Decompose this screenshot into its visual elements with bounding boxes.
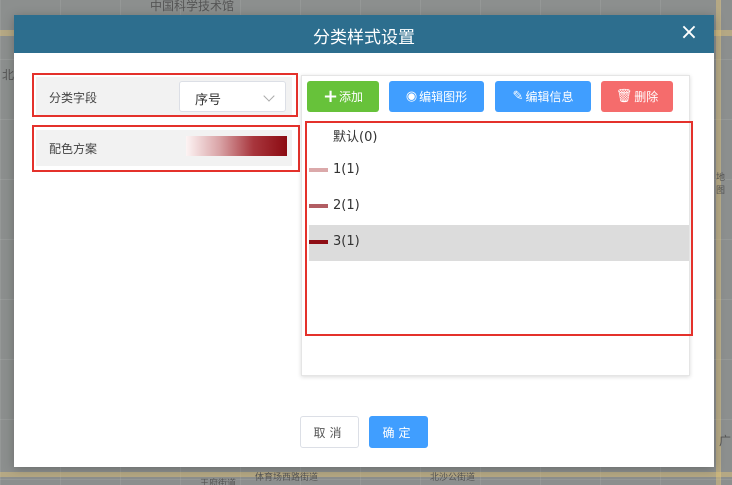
palette-icon: ◉	[405, 89, 418, 104]
category-style-dialog: 分类样式设置 × 分类字段 序号 配色方案 + 添加 ◉ 编辑图形 ✎ 编辑信息…	[14, 15, 714, 467]
trash-icon: 🗑	[615, 89, 633, 104]
map-label: 体育场西路街道	[255, 473, 319, 483]
edit-shape-button[interactable]: ◉ 编辑图形	[389, 81, 484, 112]
delete-button[interactable]: 🗑 删除	[601, 81, 673, 112]
add-button[interactable]: + 添加	[307, 81, 379, 112]
highlight-frame	[32, 125, 300, 172]
highlight-frame	[32, 73, 298, 117]
close-icon[interactable]: ×	[678, 21, 700, 45]
cancel-button[interactable]: 取消	[300, 416, 359, 448]
map-label: 中国科学技术馆	[150, 0, 235, 13]
dialog-header: 分类样式设置 ×	[14, 15, 714, 53]
add-button-label: 添加	[339, 90, 364, 104]
edit-shape-button-label: 编辑图形	[419, 90, 468, 104]
delete-button-label: 删除	[634, 90, 659, 104]
edit-info-button[interactable]: ✎ 编辑信息	[495, 81, 591, 112]
pen-icon: ✎	[512, 89, 524, 104]
map-road	[0, 472, 732, 477]
dialog-title: 分类样式设置	[313, 28, 415, 48]
map-label: 地图	[716, 173, 726, 196]
map-label: 广	[719, 434, 732, 448]
highlight-frame	[305, 121, 693, 336]
map-road	[716, 0, 721, 485]
confirm-button[interactable]: 确定	[369, 416, 428, 448]
plus-icon: +	[322, 86, 339, 107]
map-label: 北沙公街道	[430, 473, 476, 483]
map-label: 王府街道	[200, 479, 237, 485]
map-label: 北	[2, 68, 15, 82]
edit-info-button-label: 编辑信息	[525, 90, 574, 104]
